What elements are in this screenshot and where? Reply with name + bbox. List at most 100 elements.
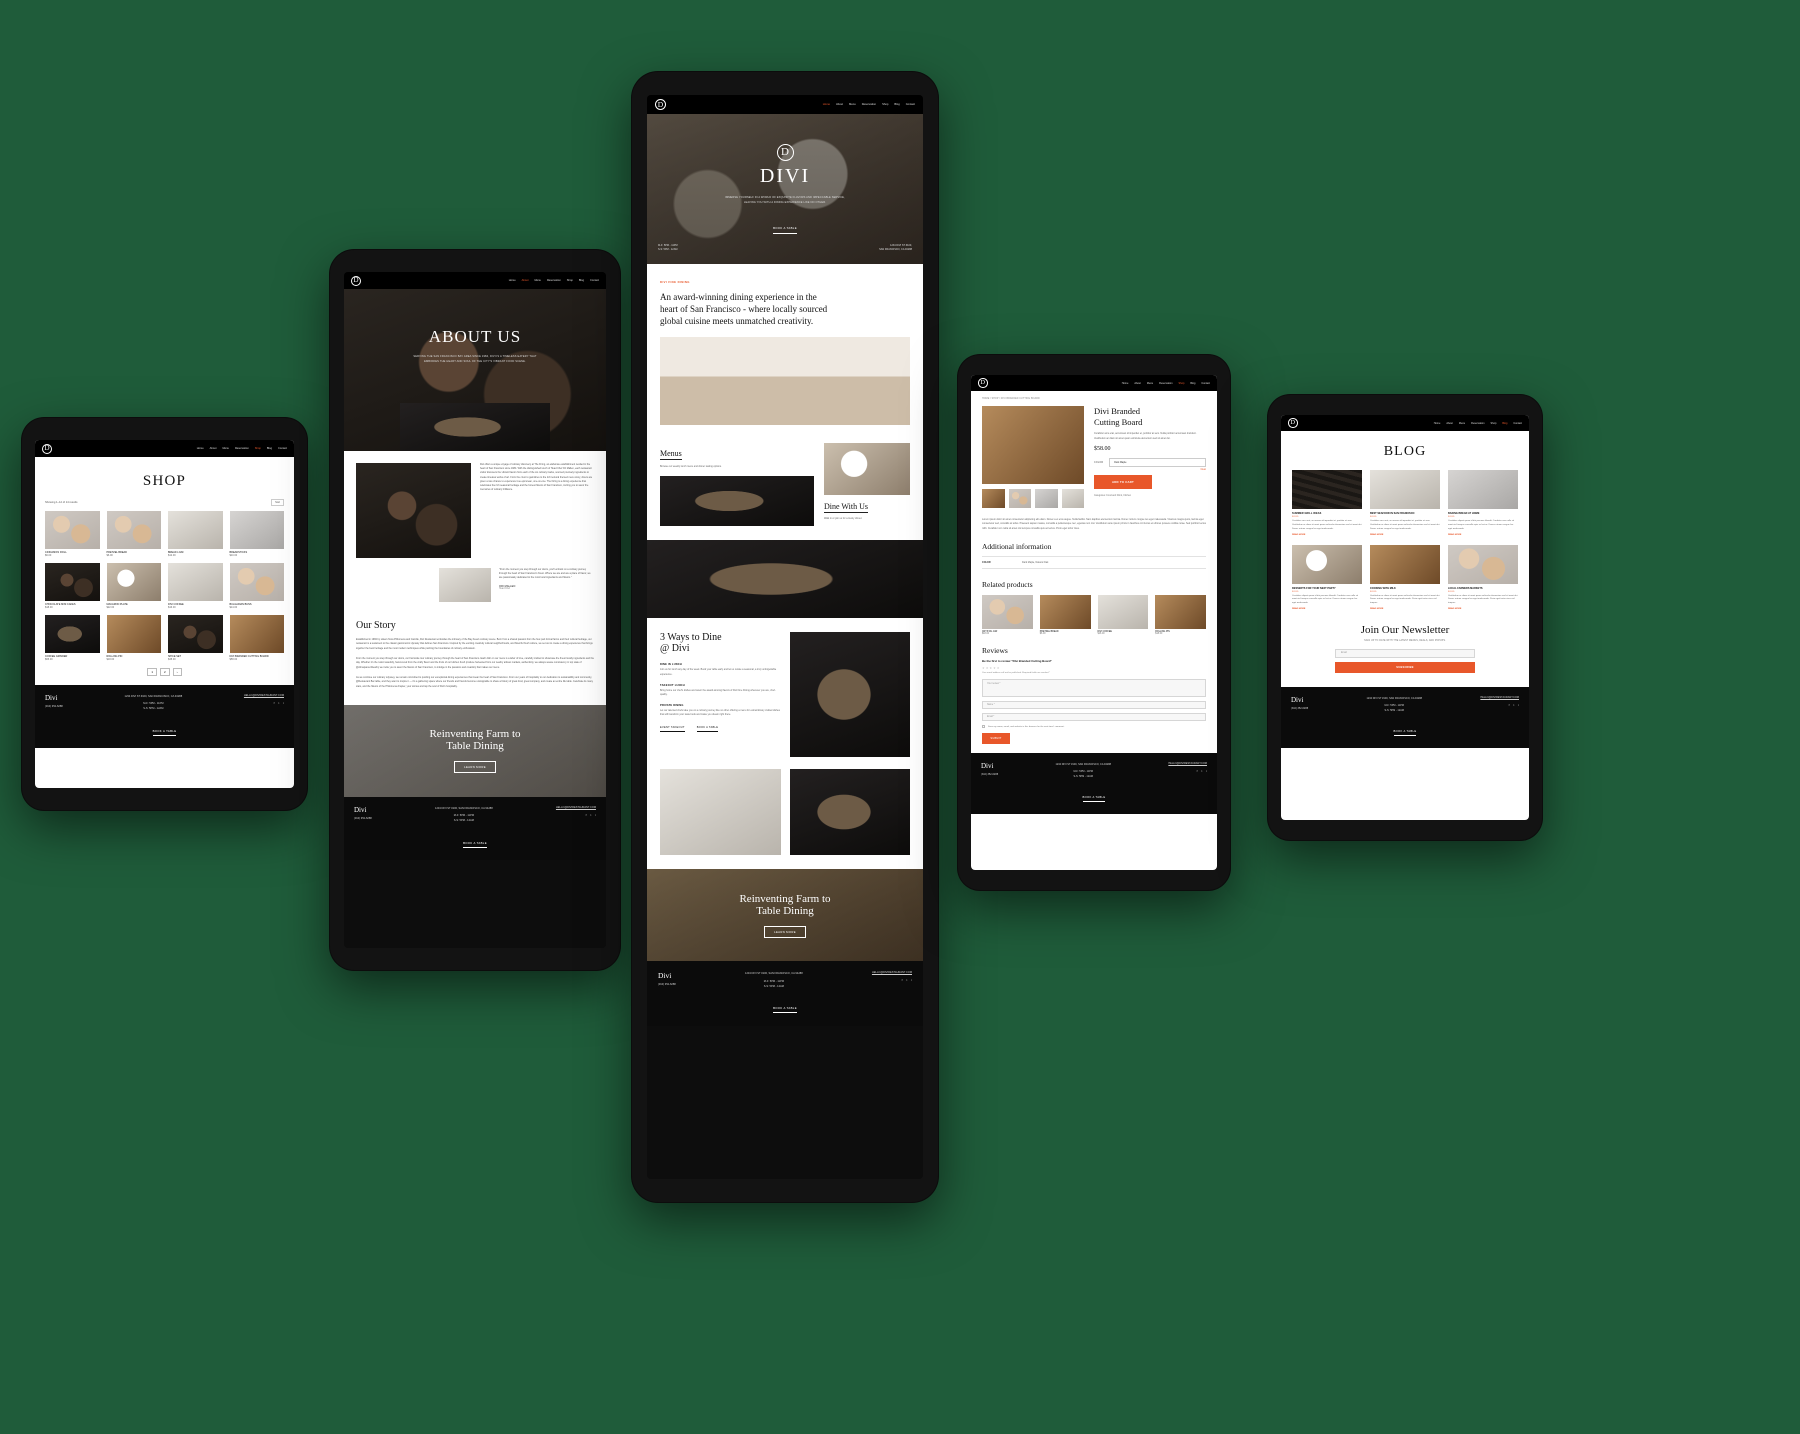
product-card[interactable]: MACARON PLATE $22.00 — [106, 563, 161, 609]
nav-item-blog[interactable]: Blog — [1502, 422, 1507, 425]
nav-item-about[interactable]: About — [836, 103, 843, 106]
book-a-table-button[interactable]: BOOK A TABLE — [696, 726, 719, 732]
product-image[interactable] — [45, 511, 100, 549]
related-card[interactable]: ROLLING PIN $18.00 — [1155, 595, 1206, 635]
nav-item-shop[interactable]: Shop — [567, 279, 573, 282]
nav-item-home[interactable]: Home — [509, 279, 516, 282]
book-a-table-button[interactable]: BOOK A TABLE — [152, 729, 177, 736]
nav-item-shop[interactable]: Shop — [882, 103, 888, 106]
nav-item-home[interactable]: Home — [1434, 422, 1441, 425]
sort-select[interactable]: Sort — [271, 499, 284, 506]
product-image[interactable] — [106, 511, 161, 549]
nav-item-menu[interactable]: Menu — [1459, 422, 1465, 425]
nav-item-menu[interactable]: Menu — [534, 279, 541, 282]
logo-icon[interactable]: D — [351, 275, 361, 286]
nav-item-menu[interactable]: Menu — [222, 447, 229, 450]
footer-phone[interactable]: (310) 352-6288 — [45, 705, 63, 708]
facebook-icon[interactable]: f — [274, 701, 275, 705]
blog-title[interactable]: BAKING BREAD AT HOME — [1448, 512, 1518, 515]
submit-review-button[interactable]: SUBMIT — [982, 733, 1010, 745]
footer-email[interactable]: HELLO@DIVIRESTAURANT.COM — [872, 971, 912, 974]
cta-learn-more-button[interactable]: LEARN MORE — [454, 761, 496, 774]
instagram-icon[interactable]: i — [283, 701, 284, 705]
footer-phone[interactable]: (310) 352-6288 — [354, 817, 372, 820]
blog-image[interactable] — [1370, 470, 1440, 509]
page-2[interactable]: 2 — [160, 668, 170, 676]
product-image[interactable] — [229, 563, 284, 601]
instagram-icon[interactable]: i — [1206, 769, 1207, 773]
blog-card[interactable]: SUMMER GRILL IDEAS FOOD Curabitur arcu e… — [1292, 470, 1362, 536]
blog-card[interactable]: LOCAL FARMERS MARKETS FOOD Vestibulum ac… — [1448, 544, 1518, 610]
blog-title[interactable]: BEST SEAFOOD IN SAN FRANCISCO — [1370, 512, 1440, 515]
hero-book-button[interactable]: BOOK A TABLE — [773, 226, 797, 234]
nav-item-home[interactable]: Home — [823, 103, 830, 106]
logo-icon[interactable]: D — [42, 443, 52, 454]
facebook-icon[interactable]: f — [586, 813, 587, 817]
footer-email[interactable]: HELLO@DIVIRESTAURANT.COM — [244, 694, 284, 697]
product-image[interactable] — [106, 563, 161, 601]
product-image[interactable] — [168, 511, 223, 549]
blog-category[interactable]: FOOD — [1292, 591, 1362, 593]
nav-item-contact[interactable]: Contact — [906, 103, 915, 106]
nav-item-about[interactable]: About — [210, 447, 217, 450]
product-image[interactable] — [106, 615, 161, 653]
nav-item-blog[interactable]: Blog — [579, 279, 584, 282]
review-textarea[interactable]: Your review * — [982, 679, 1206, 698]
instagram-icon[interactable]: i — [911, 978, 912, 982]
logo-icon[interactable]: D — [978, 378, 988, 388]
blog-category[interactable]: FOOD — [1448, 516, 1518, 518]
twitter-icon[interactable]: t — [590, 813, 591, 817]
blog-card[interactable]: BEST SEAFOOD IN SAN FRANCISCO FOOD Curab… — [1370, 470, 1440, 536]
blog-image[interactable] — [1292, 544, 1362, 584]
blog-read-more[interactable]: READ MORE — [1448, 608, 1518, 610]
book-a-table-button[interactable]: BOOK A TABLE — [1393, 730, 1417, 737]
nav-item-blog[interactable]: Blog — [894, 103, 899, 106]
footer-phone[interactable]: (310) 352-6288 — [1291, 707, 1308, 710]
nav-item-home[interactable]: Home — [197, 447, 204, 450]
blog-category[interactable]: FOOD — [1292, 516, 1362, 518]
newsletter-subscribe-button[interactable]: SUBSCRIBE — [1335, 662, 1475, 674]
product-card[interactable]: BULGARIAN BUNS $14.00 — [229, 563, 284, 609]
email-input[interactable]: Email * — [982, 713, 1206, 722]
blog-title[interactable]: COOKING WITH MILK — [1370, 587, 1440, 590]
breadcrumb[interactable]: HOME / SHOP / DIVI BRANDED CUTTING BOARD — [982, 398, 1206, 400]
nav-item-blog[interactable]: Blog — [267, 447, 272, 450]
footer-email[interactable]: HELLO@DIVIRESTAURANT.COM — [1168, 762, 1207, 765]
nav-item-contact[interactable]: Contact — [590, 279, 599, 282]
instagram-icon[interactable]: i — [595, 813, 596, 817]
blog-read-more[interactable]: READ MORE — [1370, 608, 1440, 610]
name-input[interactable]: Name * — [982, 701, 1206, 710]
related-image[interactable] — [982, 595, 1033, 630]
related-card[interactable]: CRYSTAL JAR $18.00 — [982, 595, 1033, 635]
related-image[interactable] — [1039, 595, 1091, 630]
related-image[interactable] — [1097, 595, 1149, 630]
related-image[interactable] — [1155, 595, 1206, 630]
blog-card[interactable]: BAKING BREAD AT HOME FOOD Curabitur aliq… — [1448, 470, 1518, 536]
blog-card[interactable]: COOKING WITH MILK FOOD Vestibulum ac dia… — [1370, 544, 1440, 610]
color-select[interactable]: Dark Maple — [1109, 457, 1206, 467]
nav-item-blog[interactable]: Blog — [1190, 382, 1195, 385]
blog-read-more[interactable]: READ MORE — [1448, 534, 1518, 536]
blog-category[interactable]: FOOD — [1370, 591, 1440, 593]
nav-item-shop[interactable]: Shop — [255, 447, 261, 450]
instagram-icon[interactable]: i — [1518, 703, 1519, 707]
blog-card[interactable]: DESSERTS FOR YOUR NEXT PARTY FOOD Curabi… — [1292, 544, 1362, 610]
product-image[interactable] — [45, 615, 100, 653]
twitter-icon[interactable]: t — [1201, 769, 1202, 773]
facebook-icon[interactable]: f — [902, 978, 903, 982]
nav-item-contact[interactable]: Contact — [1201, 382, 1210, 385]
product-thumb[interactable] — [1061, 489, 1084, 508]
nav-item-contact[interactable]: Contact — [1513, 422, 1522, 425]
nav-item-reservation[interactable]: Reservation — [547, 279, 561, 282]
book-a-table-button[interactable]: BOOK A TABLE — [463, 841, 487, 848]
blog-image[interactable] — [1448, 470, 1518, 509]
nav-item-contact[interactable]: Contact — [278, 447, 287, 450]
save-info-checkbox[interactable] — [982, 725, 985, 729]
cta-learn-more-button[interactable]: LEARN MORE — [764, 925, 806, 938]
product-image[interactable] — [168, 563, 223, 601]
nav-item-reservation[interactable]: Reservation — [862, 103, 876, 106]
nav-item-menu[interactable]: Menu — [849, 103, 856, 106]
blog-title[interactable]: SUMMER GRILL IDEAS — [1292, 512, 1362, 515]
nav-item-shop[interactable]: Shop — [1179, 382, 1185, 385]
footer-phone[interactable]: (310) 352-6288 — [658, 983, 676, 986]
